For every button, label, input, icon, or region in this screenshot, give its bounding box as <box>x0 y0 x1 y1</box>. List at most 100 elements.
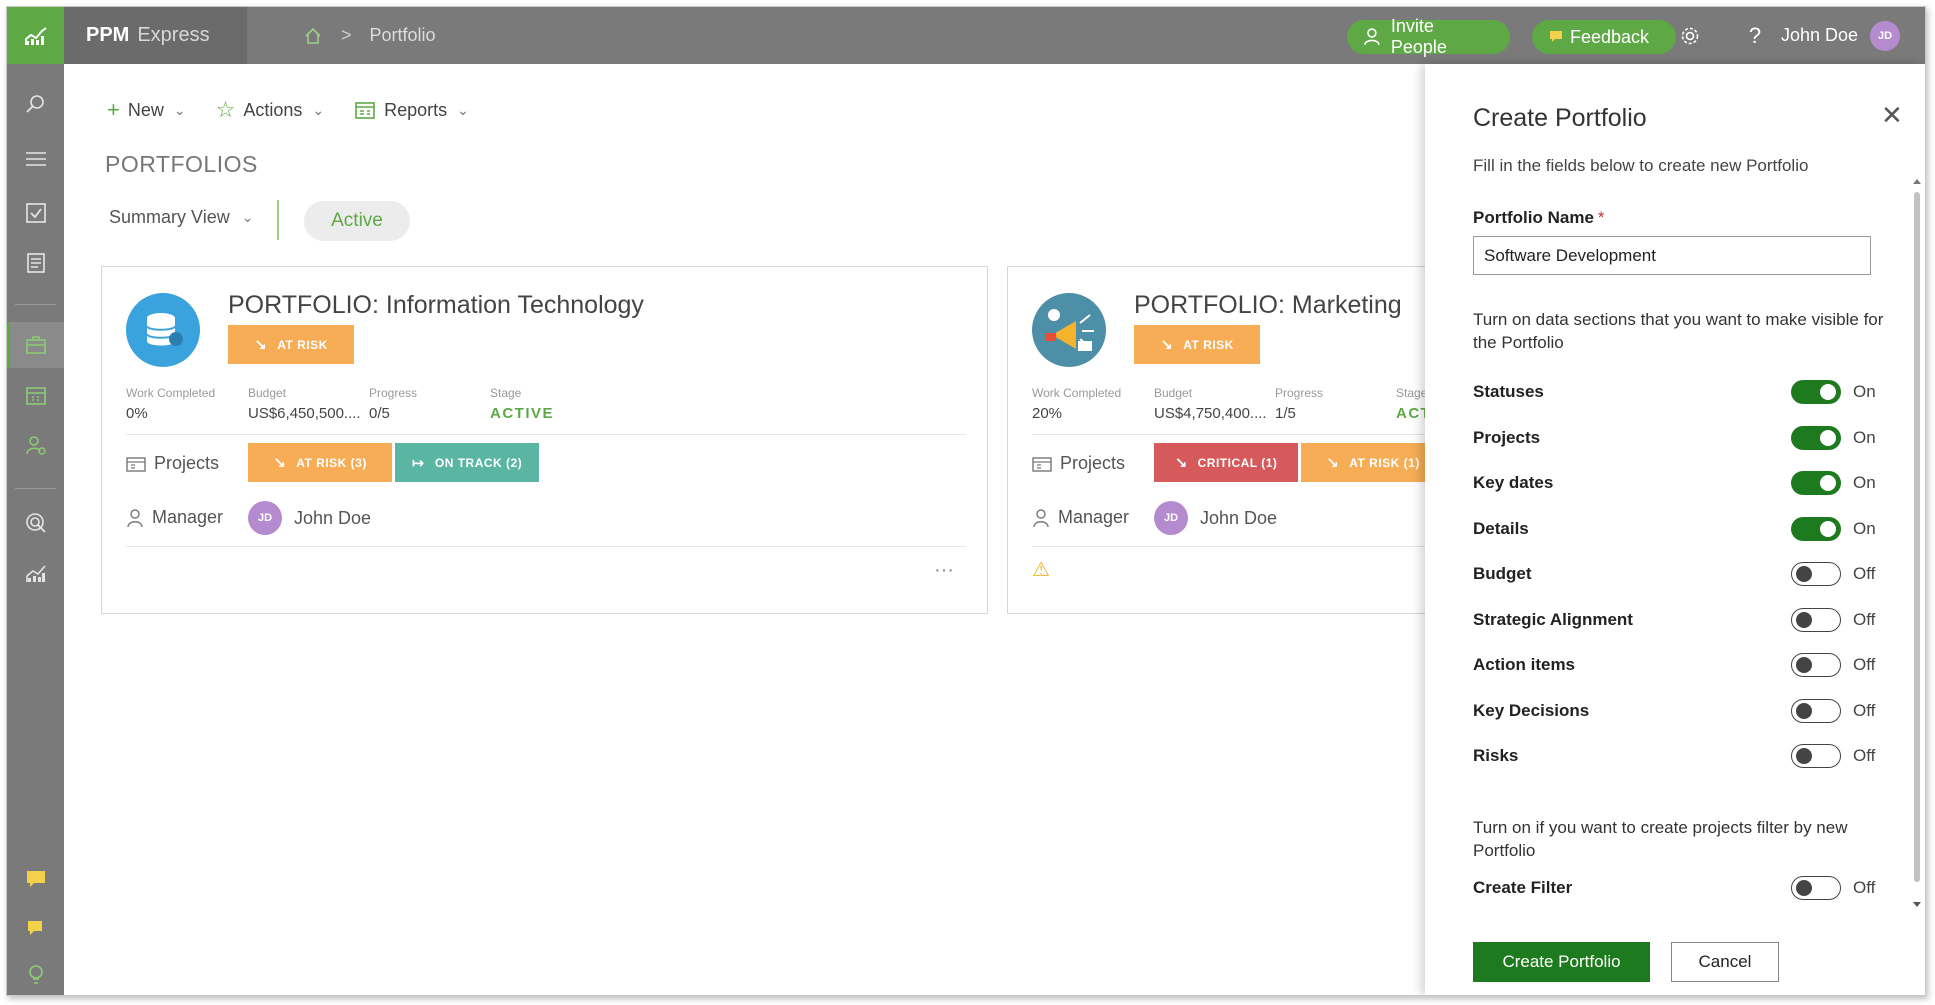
tasks-checkbox-icon[interactable] <box>21 198 51 228</box>
plus-icon: + <box>107 97 120 122</box>
toggle-state: On <box>1853 427 1876 447</box>
feedback-label: Feedback <box>1570 26 1650 47</box>
toggle-row-details: Details On <box>1473 513 1893 545</box>
create-portfolio-button[interactable]: Create Portfolio <box>1473 942 1650 982</box>
section-toggle-switch[interactable] <box>1791 516 1841 541</box>
user-avatar: JD <box>1870 20 1901 51</box>
home-icon[interactable] <box>303 26 323 46</box>
help-icon[interactable]: ? <box>1741 22 1769 50</box>
trend-down-icon: ↘ <box>254 336 268 354</box>
close-icon[interactable]: ✕ <box>1881 100 1903 131</box>
more-options-icon[interactable]: ··· <box>934 559 954 582</box>
trend-down-icon: ↘ <box>1160 336 1174 354</box>
reports-document-icon[interactable] <box>21 248 51 278</box>
nav-divider <box>15 488 56 489</box>
breadcrumb: > Portfolio <box>303 7 436 64</box>
toggle-label: Strategic Alignment <box>1473 609 1633 629</box>
projects-row-label: Projects <box>126 453 219 474</box>
search-icon[interactable] <box>21 89 51 119</box>
panel-subtitle: Fill in the fields below to create new P… <box>1473 156 1809 175</box>
progress-value: 1/5 <box>1275 405 1296 422</box>
manager-label: Manager <box>1058 507 1130 527</box>
new-button[interactable]: + New ⌄ <box>107 97 186 123</box>
toggle-knob <box>1820 429 1836 446</box>
toggle-knob <box>1820 475 1836 491</box>
toggle-label: Statuses <box>1473 382 1544 401</box>
warning-icon[interactable]: ⚠ <box>1032 557 1050 582</box>
status-badge: ↘ AT RISK <box>1134 325 1260 364</box>
manager-name: John Doe <box>1200 507 1278 528</box>
toggle-row-key-dates: Key dates On <box>1473 467 1893 499</box>
actions-button[interactable]: ☆ Actions ⌄ <box>216 97 325 123</box>
required-mark: * <box>1597 208 1605 227</box>
user-menu[interactable]: John Doe JD <box>1781 7 1901 64</box>
portfolio-title[interactable]: PORTFOLIO: Marketing <box>1134 291 1402 320</box>
breadcrumb-current[interactable]: Portfolio <box>370 25 436 46</box>
toggle-knob <box>1796 566 1812 582</box>
stat-label: Progress <box>369 386 418 400</box>
toggle-label: Action items <box>1473 655 1576 674</box>
chevron-down-icon: ⌄ <box>241 209 254 225</box>
scroll-down-icon[interactable] <box>1911 900 1923 910</box>
calendar-icon[interactable] <box>21 380 51 410</box>
toggle-state: Off <box>1853 746 1876 765</box>
scroll-up-icon[interactable] <box>1911 176 1923 186</box>
portfolio-card[interactable]: PORTFOLIO: Information Technology ↘ AT R… <box>101 266 988 614</box>
projects-on-track-badge[interactable]: ↦ ON TRACK (2) <box>395 443 539 482</box>
brand-main: PPM <box>86 24 130 46</box>
projects-at-risk-badge[interactable]: ↘ AT RISK (1) <box>1301 443 1445 482</box>
toggle-row-strategic-alignment: Strategic Alignment Off <box>1473 604 1893 636</box>
toggle-knob <box>1796 748 1812 764</box>
settings-gear-icon[interactable] <box>1676 22 1704 50</box>
reports-button[interactable]: Reports ⌄ <box>354 100 469 121</box>
app-logo[interactable] <box>7 7 64 64</box>
scroll-thumb[interactable] <box>1914 192 1920 882</box>
manager-info[interactable]: JD John Doe <box>248 501 371 535</box>
cancel-button[interactable]: Cancel <box>1671 942 1779 982</box>
toggle-row-statuses: Statuses On <box>1473 376 1893 408</box>
projects-label: Projects <box>154 453 220 473</box>
section-toggle-switch[interactable] <box>1791 380 1841 404</box>
portfolio-name-input[interactable] <box>1473 236 1871 275</box>
panel-scrollbar[interactable] <box>1911 174 1923 914</box>
invite-people-button[interactable]: Invite People <box>1347 16 1510 57</box>
feedback-flag-icon[interactable] <box>21 914 51 944</box>
view-selector[interactable]: Summary View ⌄ <box>109 207 253 228</box>
toggle-state: Off <box>1853 564 1876 583</box>
section-toggle-switch[interactable] <box>1791 698 1841 723</box>
section-toggle-switch[interactable] <box>1791 653 1841 677</box>
active-filter-button[interactable]: Active <box>304 201 410 241</box>
portfolio-title[interactable]: PORTFOLIO: Information Technology <box>228 291 644 320</box>
page-title: PORTFOLIOS <box>105 151 258 177</box>
analytics-chart-icon[interactable] <box>21 558 51 588</box>
section-toggle-switch[interactable] <box>1791 607 1841 632</box>
badge-label: AT RISK (1) <box>1349 455 1420 470</box>
section-toggle-switch[interactable] <box>1791 744 1841 768</box>
section-toggle-switch[interactable] <box>1791 562 1841 586</box>
stat-label: Work Completed <box>1032 386 1122 400</box>
view-label: Summary View <box>109 207 230 227</box>
work-completed-value: 20% <box>1032 405 1063 422</box>
projects-critical-badge[interactable]: ↘ CRITICAL (1) <box>1154 443 1298 482</box>
resources-person-icon[interactable] <box>21 430 51 460</box>
brand-name[interactable]: PPM Express <box>64 7 247 64</box>
stage-value: ACTIVE <box>490 405 555 422</box>
toggle-state: Off <box>1853 655 1876 674</box>
person-icon <box>1033 508 1049 527</box>
lightbulb-icon[interactable] <box>21 960 51 990</box>
create-filter-toggle[interactable] <box>1791 876 1841 900</box>
manager-info[interactable]: JD John Doe <box>1154 501 1277 535</box>
chevron-right-icon: > <box>341 25 352 45</box>
section-toggle-switch[interactable] <box>1791 471 1841 495</box>
portfolio-name-label-text: Portfolio Name <box>1473 208 1594 227</box>
toggle-state: Off <box>1853 609 1876 629</box>
feedback-button[interactable]: Feedback <box>1532 20 1676 54</box>
trend-down-icon: ↘ <box>273 454 287 472</box>
menu-icon[interactable] <box>21 144 51 174</box>
portfolio-icon[interactable] <box>21 330 51 360</box>
section-toggle-switch[interactable] <box>1791 425 1841 450</box>
roadmap-target-icon[interactable] <box>21 508 51 538</box>
projects-at-risk-badge[interactable]: ↘ AT RISK (3) <box>248 443 392 482</box>
toggle-knob <box>1796 702 1812 719</box>
help-chat-icon[interactable] <box>21 864 51 894</box>
